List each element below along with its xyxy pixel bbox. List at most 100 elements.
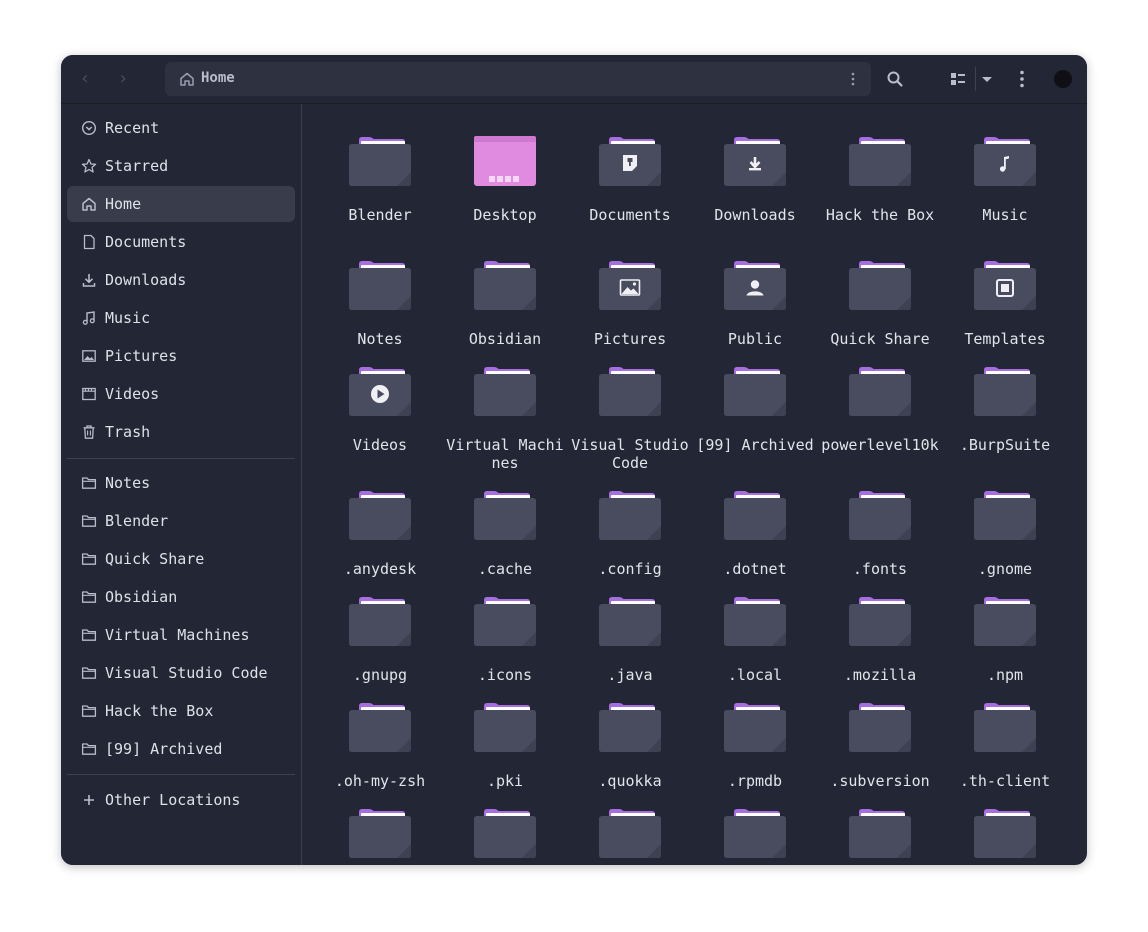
sidebar-item-bookmark-quick-share[interactable]: Quick Share bbox=[67, 541, 295, 577]
sidebar-item-starred[interactable]: Starred bbox=[67, 148, 295, 184]
recent-icon bbox=[81, 120, 97, 136]
folder-icon bbox=[849, 366, 911, 416]
sidebar-item-videos[interactable]: Videos bbox=[67, 376, 295, 412]
forward-icon[interactable]: › bbox=[113, 69, 133, 89]
folder-name: Downloads bbox=[714, 206, 796, 224]
sidebar-item-music[interactable]: Music bbox=[67, 300, 295, 336]
sidebar-item-label: Visual Studio Code bbox=[105, 664, 268, 682]
folder-name: .mozilla bbox=[843, 666, 917, 684]
folder-icon bbox=[849, 136, 911, 186]
folder-name: .rpmdb bbox=[727, 772, 783, 790]
folder-icon bbox=[81, 513, 97, 529]
sidebar-item-bookmark-visual-studio-code[interactable]: Visual Studio Code bbox=[67, 655, 295, 691]
folder-name: Virtual Machines bbox=[446, 436, 564, 472]
path-label[interactable]: Home bbox=[201, 70, 235, 86]
folder-icon bbox=[599, 366, 661, 416]
sidebar-item-bookmark-hack-the-box[interactable]: Hack the Box bbox=[67, 693, 295, 729]
view-separator bbox=[975, 67, 976, 91]
sidebar-item-label: Hack the Box bbox=[105, 702, 214, 720]
folder-icon bbox=[81, 741, 97, 757]
folder-icon bbox=[599, 596, 661, 646]
path-bar[interactable]: Home bbox=[165, 62, 871, 96]
window-close-icon[interactable] bbox=[1054, 70, 1072, 88]
folder-name: .local bbox=[727, 666, 783, 684]
folder-icon bbox=[349, 136, 411, 186]
sidebar: Recent Starred Home Documents Downloads Music… bbox=[61, 104, 302, 865]
folder-name: .anydesk bbox=[343, 560, 417, 578]
folder-name: .quokka bbox=[598, 772, 662, 790]
search-icon[interactable] bbox=[885, 69, 905, 89]
folder-icon bbox=[474, 808, 536, 858]
sidebar-separator bbox=[67, 774, 295, 775]
folder-icon bbox=[81, 551, 97, 567]
template-folder-icon bbox=[974, 260, 1036, 310]
video-icon bbox=[81, 386, 97, 402]
main-menu-icon[interactable] bbox=[1012, 69, 1032, 89]
sidebar-item-label: Downloads bbox=[105, 271, 187, 289]
folder-icon bbox=[599, 702, 661, 752]
folder-name: Templates bbox=[964, 330, 1046, 348]
folder-icon bbox=[974, 702, 1036, 752]
folder-name: .java bbox=[607, 666, 653, 684]
home-icon bbox=[81, 196, 97, 212]
sidebar-item-other-locations[interactable]: Other Locations bbox=[67, 782, 295, 818]
sidebar-item-bookmark-obsidian[interactable]: Obsidian bbox=[67, 579, 295, 615]
folder-name: .pki bbox=[486, 772, 524, 790]
folder-icon bbox=[81, 703, 97, 719]
folder-icon bbox=[81, 475, 97, 491]
folder-name: Music bbox=[982, 206, 1028, 224]
sidebar-item-label: Home bbox=[105, 195, 142, 213]
sidebar-item-bookmark-virtual-machines[interactable]: Virtual Machines bbox=[67, 617, 295, 653]
sidebar-item-bookmark-blender[interactable]: Blender bbox=[67, 503, 295, 539]
sidebar-item-trash[interactable]: Trash bbox=[67, 414, 295, 450]
download-icon bbox=[81, 272, 97, 288]
folder-icon bbox=[474, 260, 536, 310]
folder-icon bbox=[974, 808, 1036, 858]
folder-icon bbox=[81, 665, 97, 681]
header-bar: ‹ › Home bbox=[61, 55, 1087, 104]
folder-icon bbox=[349, 490, 411, 540]
sidebar-item-pictures[interactable]: Pictures bbox=[67, 338, 295, 374]
sidebar-item-label: Other Locations bbox=[105, 791, 241, 809]
view-dropdown-icon[interactable] bbox=[977, 69, 997, 89]
folder-icon bbox=[849, 260, 911, 310]
folder-icon bbox=[349, 260, 411, 310]
folder-name: .dotnet bbox=[723, 560, 787, 578]
folder-icon bbox=[599, 490, 661, 540]
folder-icon bbox=[849, 808, 911, 858]
folder-name: Blender bbox=[348, 206, 412, 224]
folder-icon bbox=[349, 596, 411, 646]
back-icon[interactable]: ‹ bbox=[75, 69, 95, 89]
folder-name: Videos bbox=[352, 436, 408, 454]
sidebar-item-documents[interactable]: Documents bbox=[67, 224, 295, 260]
home-icon bbox=[180, 72, 194, 86]
folder-icon bbox=[724, 702, 786, 752]
folder-icon bbox=[974, 366, 1036, 416]
sidebar-item-recent[interactable]: Recent bbox=[67, 110, 295, 146]
sidebar-item-bookmark-99-archived[interactable]: [99] Archived bbox=[67, 731, 295, 767]
sidebar-item-label: Notes bbox=[105, 474, 151, 492]
sidebar-item-label: Recent bbox=[105, 119, 160, 137]
video-folder-icon bbox=[349, 366, 411, 416]
folder-name: .config bbox=[598, 560, 662, 578]
folder-name: .npm bbox=[986, 666, 1024, 684]
folder-icon bbox=[474, 702, 536, 752]
sidebar-item-home[interactable]: Home bbox=[67, 186, 295, 222]
sidebar-item-label: [99] Archived bbox=[105, 740, 223, 758]
sidebar-item-label: Documents bbox=[105, 233, 187, 251]
sidebar-item-label: Videos bbox=[105, 385, 160, 403]
sidebar-item-bookmark-notes[interactable]: Notes bbox=[67, 465, 295, 501]
document-folder-icon bbox=[599, 136, 661, 186]
view-list-icon[interactable] bbox=[948, 69, 968, 89]
path-menu-icon[interactable] bbox=[845, 71, 861, 87]
desktop-folder-icon bbox=[474, 136, 536, 186]
sidebar-item-label: Music bbox=[105, 309, 151, 327]
user-folder-icon bbox=[724, 260, 786, 310]
folder-name: powerlevel10k bbox=[821, 436, 939, 454]
star-icon bbox=[81, 158, 97, 174]
sidebar-item-downloads[interactable]: Downloads bbox=[67, 262, 295, 298]
folder-name: .oh-my-zsh bbox=[334, 772, 426, 790]
folder-icon bbox=[349, 808, 411, 858]
folder-icon bbox=[474, 366, 536, 416]
folder-name: Public bbox=[727, 330, 783, 348]
